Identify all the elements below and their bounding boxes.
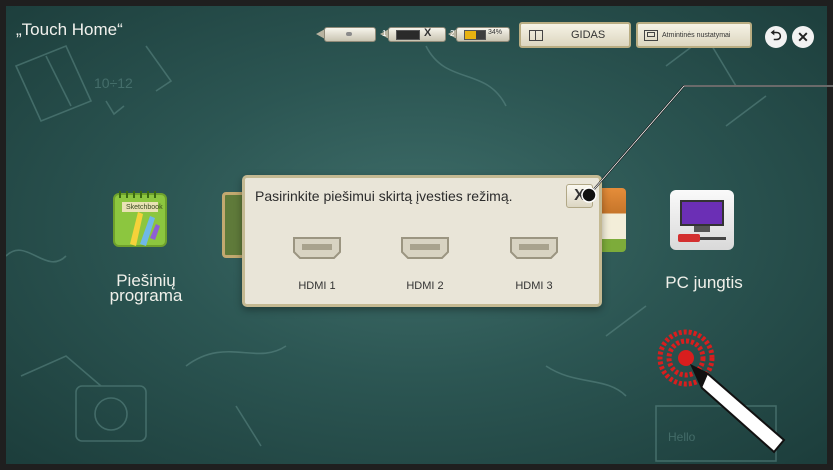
app-sketchbook[interactable]: Sketchbook Piešinių programa [86,188,206,308]
pen-color-swatch [396,30,420,40]
hdmi-label: HDMI 1 [298,280,336,292]
book-icon [529,29,543,41]
pen-status-0[interactable] [316,27,376,42]
hdmi-port-icon [401,237,449,259]
page-title: „Touch Home“ [16,20,123,39]
save-icon [644,29,658,41]
pen-status-2[interactable]: 2 34% [448,27,510,42]
svg-text:10÷12: 10÷12 [94,75,133,91]
close-icon[interactable]: ✕ [792,26,814,48]
hdmi-label: HDMI 2 [406,280,444,292]
pen-status-1[interactable]: 1 X [380,27,446,42]
touch-indicator-icon [657,329,786,454]
memory-settings-button[interactable]: Atmintinės nustatymai [636,22,752,48]
dialog-close-button[interactable]: X [566,184,593,208]
hdmi-3-option[interactable]: HDMI 3 [494,236,574,292]
chalkboard-background: 10÷12 Hello „Touch Home“ 1 X 2 34% GIDAS… [6,6,827,464]
hdmi-port-icon [293,237,341,259]
pen-indicator [346,32,352,36]
pc-connection-icon [670,190,734,250]
pen-battery-icon [464,30,486,40]
sketchbook-icon [113,191,167,247]
app-pc-connection[interactable]: PC jungtis [654,188,754,298]
input-mode-dialog: Pasirinkite piešimui skirtą įvesties rež… [242,175,602,307]
dialog-message: Pasirinkite piešimui skirtą įvesties rež… [255,188,513,204]
hdmi-label: HDMI 3 [515,280,553,292]
app-label-line2: programa [109,286,183,305]
hdmi-port-icon [510,237,558,259]
pen-close-icon[interactable]: X [424,27,431,39]
pen-number: 2 [450,29,455,38]
guide-button[interactable]: GIDAS [519,22,631,48]
return-icon[interactable]: ⮌ [765,26,787,48]
hdmi-2-option[interactable]: HDMI 2 [385,236,465,292]
pen-battery-percent: 34% [488,29,503,36]
app-label: PC jungtis [665,273,743,292]
pen-number: 1 [382,29,387,38]
sketchbook-icon-text: Sketchbook [126,204,163,211]
hdmi-1-option[interactable]: HDMI 1 [277,236,357,292]
